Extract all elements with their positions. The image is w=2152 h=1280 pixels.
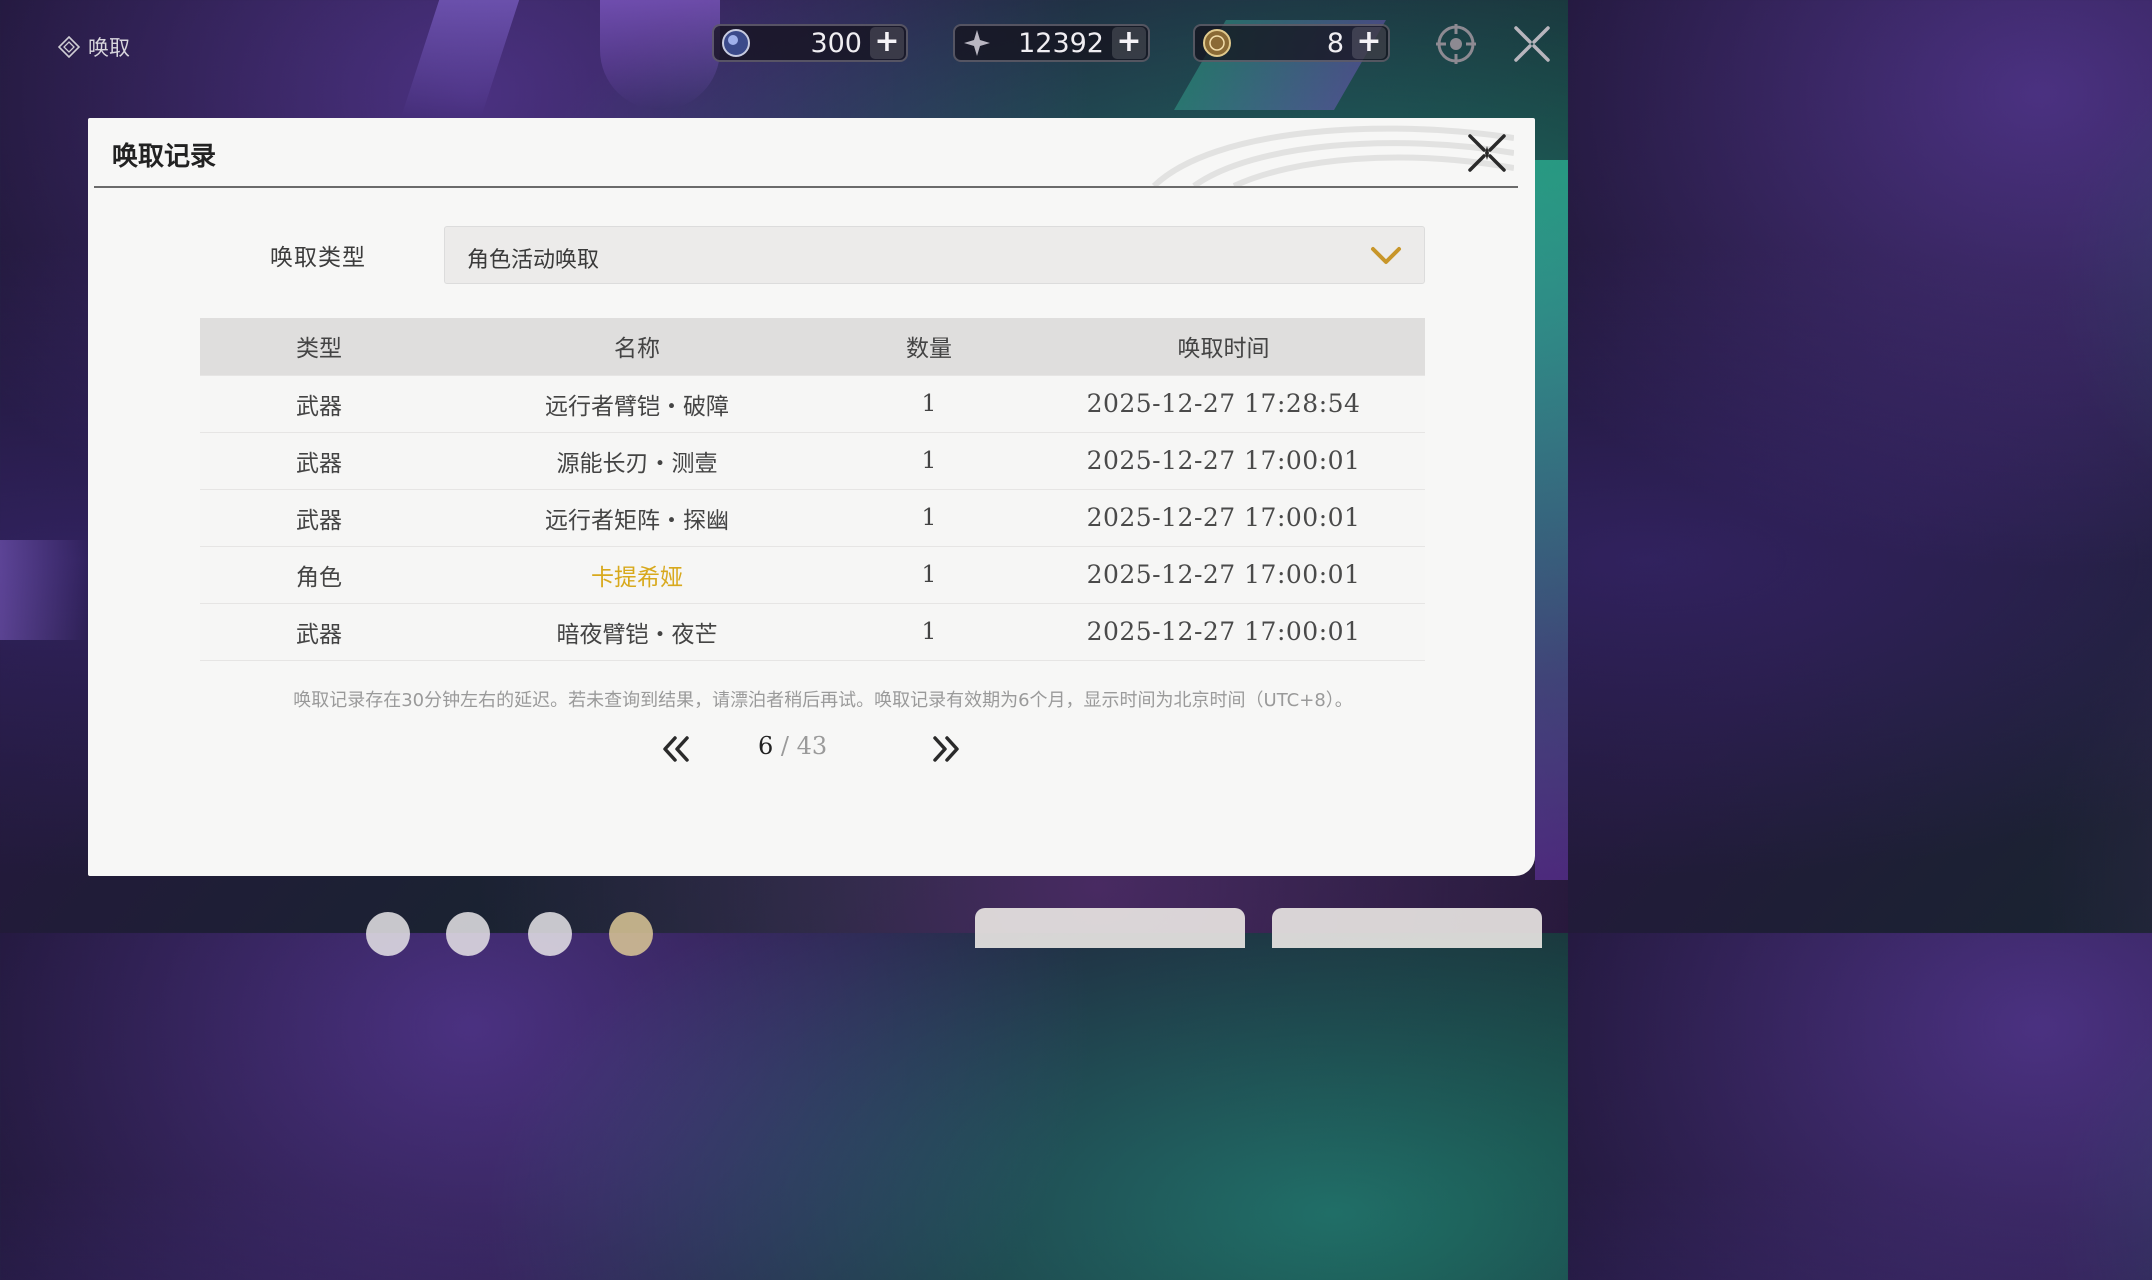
cell-time: 2025-12-27 17:00:01 bbox=[1022, 488, 1425, 546]
table-row: 角色 卡提希娅 1 2025-12-27 17:00:01 bbox=[200, 545, 1425, 603]
convene-once-button[interactable] bbox=[975, 908, 1245, 948]
radiant-tide-coin-icon bbox=[1203, 29, 1231, 57]
settings-emblem-icon[interactable] bbox=[1434, 22, 1478, 66]
add-currency-button[interactable]: + bbox=[1352, 27, 1386, 59]
cell-type: 武器 bbox=[200, 431, 438, 489]
exit-icon[interactable] bbox=[1510, 22, 1554, 66]
table-row: 武器 暗夜臂铠・夜芒 1 2025-12-27 17:00:01 bbox=[200, 602, 1425, 661]
currency-value: 12392 bbox=[1018, 27, 1104, 59]
table-row: 武器 远行者矩阵・探幽 1 2025-12-27 17:00:01 bbox=[200, 488, 1425, 546]
add-currency-button[interactable]: + bbox=[1112, 27, 1146, 59]
cell-type: 角色 bbox=[200, 545, 438, 603]
currency-astrite: 12392 + bbox=[953, 24, 1150, 62]
bottom-nav-icon[interactable] bbox=[528, 912, 572, 956]
column-header: 数量 bbox=[836, 318, 1022, 375]
header-decoration bbox=[1151, 125, 1514, 186]
page-separator: / bbox=[773, 732, 797, 760]
cell-quantity: 1 bbox=[836, 431, 1022, 489]
lunite-orb-icon bbox=[722, 29, 750, 57]
dialog-header: 唤取记录 bbox=[94, 118, 1518, 188]
select-value: 角色活动唤取 bbox=[467, 248, 600, 273]
cell-name: 源能长刃・测壹 bbox=[438, 431, 836, 489]
filter-label: 唤取类型 bbox=[270, 245, 366, 271]
column-header: 名称 bbox=[438, 318, 836, 375]
cell-quantity: 1 bbox=[836, 545, 1022, 603]
bottom-nav-icon[interactable] bbox=[446, 912, 490, 956]
currency-radiant-tide: 8 + bbox=[1193, 24, 1390, 62]
cell-type: 武器 bbox=[200, 488, 438, 546]
cell-quantity: 1 bbox=[836, 602, 1022, 661]
table-header-row: 类型 名称 数量 唤取时间 bbox=[200, 318, 1425, 375]
column-header: 类型 bbox=[200, 318, 438, 375]
convene-type-select[interactable]: 角色活动唤取 bbox=[444, 226, 1425, 284]
cell-time: 2025-12-27 17:28:54 bbox=[1022, 374, 1425, 432]
cell-name: 远行者矩阵・探幽 bbox=[438, 488, 836, 546]
top-bar: 唤取 300 + 12392 + 8 + bbox=[0, 0, 1568, 90]
current-page: 6 bbox=[758, 732, 774, 760]
cell-name: 暗夜臂铠・夜芒 bbox=[438, 602, 836, 661]
add-currency-button[interactable]: + bbox=[870, 27, 904, 59]
cell-name-featured: 卡提希娅 bbox=[438, 545, 836, 603]
page-header: 唤取 bbox=[58, 32, 130, 62]
currency-value: 8 bbox=[1326, 27, 1344, 59]
cell-name: 远行者臂铠・破障 bbox=[438, 374, 836, 432]
bottom-nav-icon[interactable] bbox=[366, 912, 410, 956]
close-icon[interactable] bbox=[1466, 132, 1508, 174]
column-header: 唤取时间 bbox=[1022, 318, 1425, 375]
table-row: 武器 远行者臂铠・破障 1 2025-12-27 17:28:54 bbox=[200, 374, 1425, 432]
cell-quantity: 1 bbox=[836, 488, 1022, 546]
background-art bbox=[1535, 160, 1568, 880]
convene-diamond-icon bbox=[58, 36, 80, 58]
next-page-icon[interactable] bbox=[929, 732, 963, 766]
history-table: 类型 名称 数量 唤取时间 武器 远行者臂铠・破障 1 2025-12-27 1… bbox=[200, 318, 1425, 661]
chevron-down-icon bbox=[1371, 247, 1401, 264]
total-pages: 43 bbox=[796, 732, 828, 760]
delay-notice: 唤取记录存在30分钟左右的延迟。若未查询到结果，请漂泊者稍后再试。唤取记录有效期… bbox=[293, 690, 1353, 711]
previous-page-icon[interactable] bbox=[659, 732, 693, 766]
astrite-star-icon bbox=[964, 30, 990, 56]
page-indicator: 6 / 43 bbox=[758, 732, 868, 760]
convene-ten-button[interactable] bbox=[1272, 908, 1542, 948]
table-row: 武器 源能长刃・测壹 1 2025-12-27 17:00:01 bbox=[200, 431, 1425, 489]
bottom-nav-icon[interactable] bbox=[609, 912, 653, 956]
page-title: 唤取 bbox=[88, 36, 130, 60]
cell-time: 2025-12-27 17:00:01 bbox=[1022, 602, 1425, 661]
currency-value: 300 bbox=[810, 27, 862, 59]
currency-lunite: 300 + bbox=[712, 24, 908, 62]
cell-quantity: 1 bbox=[836, 374, 1022, 432]
cell-type: 武器 bbox=[200, 374, 438, 432]
cell-time: 2025-12-27 17:00:01 bbox=[1022, 545, 1425, 603]
background-art bbox=[0, 540, 88, 640]
cell-type: 武器 bbox=[200, 602, 438, 661]
cell-time: 2025-12-27 17:00:01 bbox=[1022, 431, 1425, 489]
convene-history-dialog: 唤取记录 唤取类型 角色活动唤取 类型 名称 数量 唤取时间 武器 远行者臂铠・… bbox=[88, 118, 1535, 876]
dialog-title: 唤取记录 bbox=[112, 142, 217, 172]
